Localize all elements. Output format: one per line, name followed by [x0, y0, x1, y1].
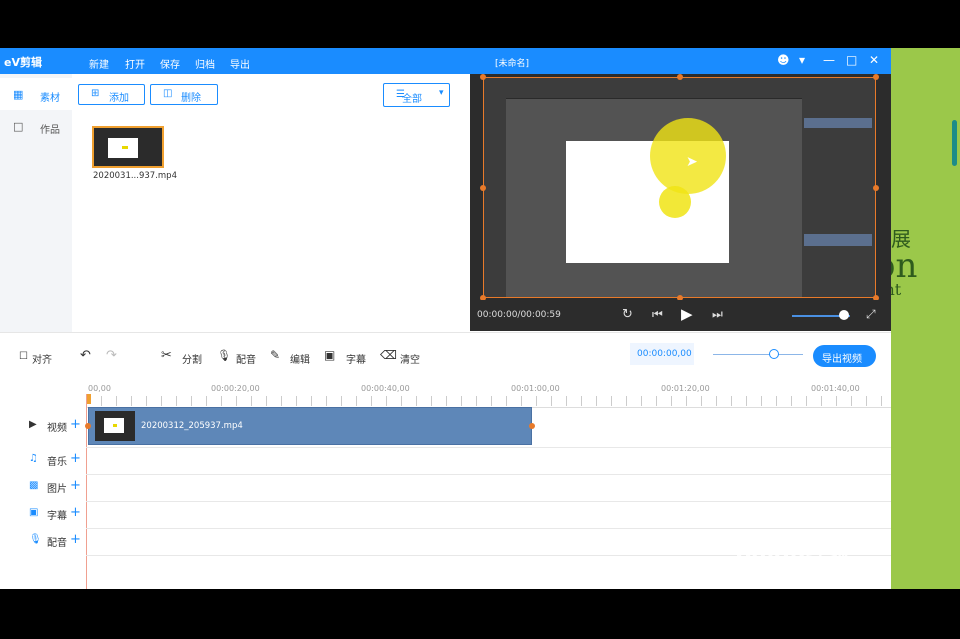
previous-icon[interactable]: ⏮ — [652, 307, 663, 322]
app-logo: eV剪辑 — [4, 56, 42, 69]
next-icon[interactable]: ⏭ — [712, 307, 723, 322]
dub-button[interactable]: 配音 — [236, 351, 256, 366]
timeline-ruler: 00,00 00:00:20,00 00:00:40,00 00:01:00,0… — [86, 378, 891, 408]
minimize-icon[interactable]: — — [823, 53, 835, 67]
window-title: [未命名] — [495, 59, 530, 69]
pencil-icon[interactable]: ✎ — [270, 348, 280, 362]
ruler-tick-label: 00:01:40,00 — [811, 384, 860, 393]
add-video-button[interactable]: + — [70, 417, 81, 432]
video-icon: ▶ — [29, 419, 37, 430]
subtitle-button[interactable]: 字幕 — [346, 351, 366, 366]
add-music-button[interactable]: + — [70, 451, 81, 466]
scrollbar[interactable] — [952, 120, 957, 166]
delete-button[interactable]: ◫ 删除 — [150, 84, 218, 105]
track-row — [86, 447, 891, 475]
add-button[interactable]: ⊞ 添加 — [78, 84, 145, 105]
preview-video-frame[interactable]: ➤ — [483, 77, 876, 298]
maximize-icon[interactable]: □ — [846, 53, 857, 67]
playback-bar: 00:00:00/00:00:59 ↻ ⏮ ▶ ⏭ ⤢ — [470, 300, 891, 331]
background-area: 展 on ent — [875, 48, 960, 589]
folder-icon: □ — [13, 120, 24, 133]
undo-icon[interactable]: ↶ — [80, 348, 91, 363]
image-icon: ▩ — [29, 480, 39, 491]
align-label: 对齐 — [32, 355, 52, 366]
clear-button[interactable]: 清空 — [400, 351, 420, 366]
text-icon: ▣ — [29, 507, 39, 518]
playback-time: 00:00:00/00:00:59 — [477, 310, 561, 320]
clip-name: 20200312_205937.mp4 — [141, 421, 243, 431]
menu-archive[interactable]: 归档 — [195, 56, 215, 71]
dropdown-icon[interactable]: ▾ — [799, 53, 805, 67]
ruler-ticks — [86, 396, 891, 406]
volume-knob[interactable] — [839, 310, 850, 320]
chevron-down-icon: ▾ — [439, 88, 444, 98]
ruler-tick-label: 00:00:20,00 — [211, 384, 260, 393]
track-row — [86, 501, 891, 529]
title-bar: eV剪辑 新建 打开 保存 归档 导出 [未命名] ☻ ▾ — □ ✕ — [0, 48, 891, 74]
cursor-icon: ➤ — [686, 154, 698, 170]
edit-button[interactable]: 编辑 — [290, 351, 310, 366]
clip-trim-handle[interactable] — [85, 423, 91, 429]
add-dub-button[interactable]: + — [70, 532, 81, 547]
ruler-tick-label: 00:01:00,00 — [511, 384, 560, 393]
media-thumbnail[interactable] — [92, 126, 164, 168]
sidebar-item-label: 素材 — [40, 93, 60, 104]
clip-trim-handle[interactable] — [529, 423, 535, 429]
grid-icon: ▦ — [13, 88, 24, 101]
split-button[interactable]: 分割 — [182, 351, 202, 366]
export-video-button[interactable]: 导出视频 — [813, 345, 876, 367]
mic-icon[interactable]: 🎙 — [217, 349, 231, 362]
redo-icon[interactable]: ↷ — [106, 348, 117, 363]
scissors-icon[interactable]: ✂ — [161, 348, 172, 363]
ruler-tick-label: 00:00:40,00 — [361, 384, 410, 393]
music-icon: ♫ — [29, 453, 38, 464]
clip-thumbnail — [95, 411, 135, 441]
resize-handle[interactable] — [873, 74, 879, 80]
current-time-box: 00:00:00,00 — [630, 343, 694, 365]
add-image-button[interactable]: + — [70, 478, 81, 493]
play-icon[interactable]: ▶ — [681, 305, 693, 323]
sidebar: ▦ 素材 □ 作品 — [0, 74, 72, 332]
user-icon[interactable]: ☻ — [777, 53, 790, 67]
media-filename: 2020031...937.mp4 — [93, 171, 177, 181]
track-row — [86, 474, 891, 502]
add-subtitle-button[interactable]: + — [70, 505, 81, 520]
filter-select[interactable]: ☰ 全部 ▾ — [383, 83, 450, 107]
align-checkbox[interactable]: ☐ — [19, 351, 28, 362]
trash-icon: ◫ — [163, 88, 173, 99]
watermark: Baidu经验 jingyan.baidu.com — [735, 535, 892, 589]
menu-open[interactable]: 打开 — [125, 56, 145, 71]
resize-handle[interactable] — [677, 74, 683, 80]
text-icon[interactable]: ▣ — [324, 348, 335, 362]
add-icon: ⊞ — [91, 88, 100, 99]
eraser-icon[interactable]: ⌫ — [380, 348, 397, 362]
zoom-knob[interactable] — [769, 349, 780, 359]
watermark-url: jingyan.baidu.com — [735, 569, 892, 589]
resize-handle[interactable] — [480, 74, 486, 80]
resize-handle[interactable] — [873, 185, 879, 191]
video-clip[interactable]: 20200312_205937.mp4 — [85, 407, 535, 445]
mic-icon: 🎙 — [29, 534, 42, 545]
watermark-brand: Baidu经验 — [735, 541, 850, 566]
menu-export[interactable]: 导出 — [230, 56, 250, 71]
close-icon[interactable]: ✕ — [869, 53, 879, 67]
menu-save[interactable]: 保存 — [160, 56, 180, 71]
resize-handle[interactable] — [480, 185, 486, 191]
ruler-tick-label: 00:01:20,00 — [661, 384, 710, 393]
sidebar-item-materials[interactable]: ▦ 素材 — [0, 78, 72, 110]
ruler-tick-label: 00,00 — [88, 384, 111, 393]
app-window: eV剪辑 新建 打开 保存 归档 导出 [未命名] ☻ ▾ — □ ✕ ▦ 素材… — [0, 48, 891, 589]
menu-new[interactable]: 新建 — [89, 56, 109, 71]
sidebar-item-works[interactable]: □ 作品 — [0, 110, 72, 142]
replay-icon[interactable]: ↻ — [622, 307, 633, 322]
sidebar-item-label: 作品 — [40, 125, 60, 136]
fullscreen-icon[interactable]: ⤢ — [866, 307, 876, 322]
timeline-toolbar: ☐ 对齐 ↶ ↷ ✂ 分割 🎙 配音 ✎ 编辑 ▣ 字幕 ⌫ 清空 00:00:… — [0, 332, 891, 378]
zoom-slider[interactable] — [713, 354, 803, 355]
